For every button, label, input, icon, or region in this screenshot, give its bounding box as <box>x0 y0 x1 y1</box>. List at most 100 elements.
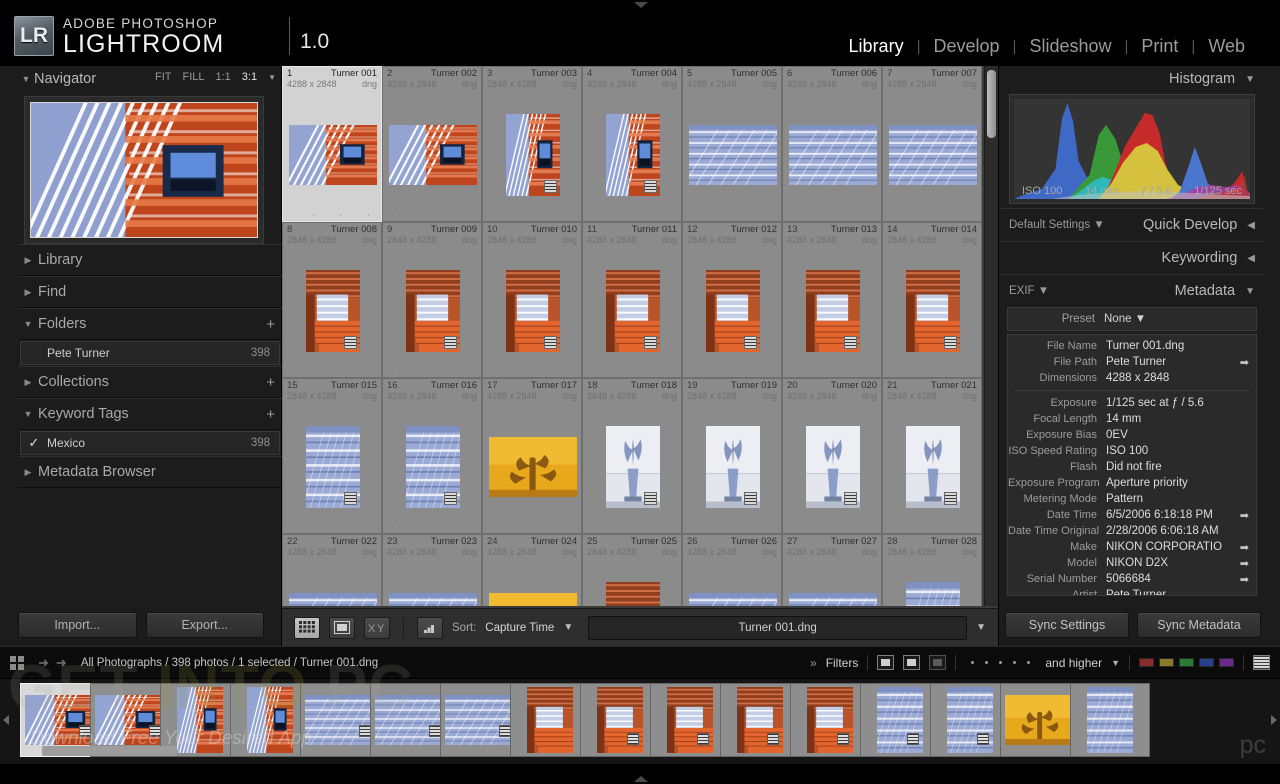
metadata-badge-icon[interactable] <box>627 733 639 745</box>
thumbnail-cell[interactable]: 19Turner 0192848 x 4288dng <box>682 378 782 534</box>
sort-chevron-down-icon[interactable]: ▼ <box>563 622 573 633</box>
thumbnail-cell[interactable]: 16Turner 0164288 x 2848dng <box>382 378 482 534</box>
sync-metadata-button[interactable]: Sync Metadata <box>1137 612 1261 638</box>
zoom-level-3-1[interactable]: 3:1 <box>242 71 257 83</box>
thumbnail-image-wrap[interactable] <box>689 94 777 215</box>
filmstrip-prev-icon[interactable] <box>3 715 9 725</box>
thumbnail-cell[interactable]: 4Turner 0044288 x 2848dng <box>582 66 682 222</box>
metadata-badge-icon[interactable] <box>344 492 357 505</box>
export-button[interactable]: Export... <box>146 612 265 638</box>
zoom-chevron-down-icon[interactable]: ▼ <box>268 73 276 82</box>
panel-header-library[interactable]: ▶Library <box>18 244 282 276</box>
thumbnail-image-wrap[interactable] <box>889 250 977 371</box>
thumbnail-image-wrap[interactable] <box>789 94 877 215</box>
metadata-badge-icon[interactable] <box>644 492 657 505</box>
metadata-badge-icon[interactable] <box>544 336 557 349</box>
metadata-badge-icon[interactable] <box>767 733 779 745</box>
histogram-header[interactable]: Histogram ▼ <box>1001 66 1263 92</box>
filmstrip-thumbnail[interactable] <box>930 683 1010 757</box>
thumbnail-image-wrap[interactable] <box>889 406 977 527</box>
grid-scrollbar[interactable] <box>984 66 998 606</box>
thumbnail-cell[interactable]: 20Turner 0204288 x 2848dng <box>782 378 882 534</box>
navigator-header[interactable]: ▼ Navigator FITFILL1:13:1▼ <box>18 66 282 92</box>
filmstrip-thumbnail[interactable] <box>370 683 450 757</box>
quick-develop-twisty-icon[interactable]: ◀ <box>1247 220 1255 231</box>
metadata-chevron-down-icon[interactable]: ▼ <box>1038 285 1049 297</box>
metadata-badge-icon[interactable] <box>844 336 857 349</box>
metadata-preset-row[interactable]: Preset None ▼ <box>1007 307 1257 331</box>
thumbnail-cell[interactable]: 25Turner 0252848 x 4288dng <box>582 534 682 606</box>
metadata-value[interactable]: Pete Turner <box>1106 356 1166 368</box>
metadata-badge-icon[interactable] <box>944 336 957 349</box>
filmstrip-thumbnail[interactable] <box>580 683 660 757</box>
thumbnail-image-wrap[interactable] <box>489 94 577 215</box>
flag-picked-icon[interactable] <box>877 655 894 670</box>
forward-arrow-icon[interactable]: ➜ <box>56 655 67 671</box>
metadata-value[interactable]: NIKON D2X <box>1106 557 1168 569</box>
thumbnail-cell[interactable]: 28Turner 0282848 x 4288dng <box>882 534 982 606</box>
color-label-swatch-4[interactable] <box>1199 658 1214 667</box>
metadata-badge-icon[interactable] <box>907 733 919 745</box>
thumbnail-cell[interactable]: 15Turner 0152848 x 4288dng <box>282 378 382 534</box>
metadata-badge-icon[interactable] <box>644 336 657 349</box>
metadata-badge-icon[interactable] <box>944 492 957 505</box>
metadata-value[interactable]: 0EV <box>1106 429 1128 441</box>
thumbnail-cell[interactable]: 11Turner 0114288 x 2848dng <box>582 222 682 378</box>
metadata-badge-icon[interactable] <box>977 733 989 745</box>
metadata-value[interactable]: 1/125 sec at ƒ / 5.6 <box>1106 397 1204 409</box>
top-panel-toggle-icon[interactable] <box>634 2 648 8</box>
thumbnail-cell[interactable]: 10Turner 0102848 x 4288dng <box>482 222 582 378</box>
sort-value[interactable]: Capture Time <box>485 622 554 634</box>
sort-direction-icon[interactable] <box>417 617 443 639</box>
filmstrip-thumbnail[interactable] <box>860 683 940 757</box>
module-develop[interactable]: Develop <box>920 36 1012 57</box>
filmstrip-next-icon[interactable] <box>1271 715 1277 725</box>
color-label-swatch-1[interactable] <box>1139 658 1154 667</box>
filmstrip-thumbnail[interactable] <box>230 683 310 757</box>
metadata-value[interactable]: Pattern <box>1106 493 1143 505</box>
thumbnail-image-wrap[interactable] <box>289 250 377 371</box>
thumbnail-image-wrap[interactable] <box>889 94 977 215</box>
thumbnail-image-wrap[interactable] <box>389 406 477 527</box>
thumbnail-image-wrap[interactable] <box>389 250 477 371</box>
grid-info-bar[interactable]: Turner 001.dng <box>588 616 967 640</box>
thumbnail-image-wrap[interactable] <box>289 406 377 527</box>
thumbnail-image-wrap[interactable] <box>589 250 677 371</box>
panel-header-metadata-browser[interactable]: ▶Metadata Browser <box>18 456 282 488</box>
thumbnail-image-wrap[interactable] <box>689 562 777 606</box>
thumbnail-image-wrap[interactable] <box>289 562 377 606</box>
color-label-swatch-5[interactable] <box>1219 658 1234 667</box>
rating-chevron-down-icon[interactable]: ▼ <box>1111 658 1120 668</box>
panel-header-find[interactable]: ▶Find <box>18 276 282 308</box>
thumbnail-cell[interactable]: 8Turner 0082848 x 4288dng <box>282 222 382 378</box>
thumbnail-cell[interactable]: 13Turner 0134288 x 2848dng <box>782 222 882 378</box>
thumbnail-cell[interactable]: 23Turner 0234288 x 2848dng <box>382 534 482 606</box>
compare-view-icon[interactable]: XY <box>364 617 390 639</box>
metadata-value[interactable]: 14 mm <box>1106 413 1141 425</box>
module-web[interactable]: Web <box>1195 36 1258 57</box>
go-to-icon[interactable]: ➡ <box>1240 573 1249 586</box>
metadata-twisty-icon[interactable]: ▼ <box>1245 286 1255 297</box>
rating-filter-dots[interactable] <box>965 661 1036 664</box>
module-slideshow[interactable]: Slideshow <box>1016 36 1124 57</box>
module-print[interactable]: Print <box>1128 36 1191 57</box>
filters-label[interactable]: Filters <box>826 656 859 670</box>
twisty-icon[interactable]: ▶ <box>18 255 38 266</box>
thumbnail-cell[interactable]: 12Turner 0122848 x 4288dng <box>682 222 782 378</box>
metadata-badge-icon[interactable] <box>444 492 457 505</box>
filmstrip-thumbnail[interactable] <box>510 683 590 757</box>
keywording-header[interactable]: Keywording ◀ <box>1001 245 1263 271</box>
thumbnail-image-wrap[interactable] <box>389 562 477 606</box>
go-to-icon[interactable]: ➡ <box>1240 509 1249 522</box>
thumbnail-cell[interactable]: 9Turner 0092848 x 4288dng <box>382 222 482 378</box>
thumbnail-cell[interactable]: 24Turner 0244288 x 2848dng <box>482 534 582 606</box>
metadata-mode-selector[interactable]: EXIF ▼ <box>1009 285 1049 297</box>
metadata-preset-chevron-down-icon[interactable]: ▼ <box>1132 313 1147 325</box>
thumbnail-cell[interactable]: 21Turner 0212848 x 4288dng <box>882 378 982 534</box>
filmstrip-scrollbar[interactable] <box>42 746 177 756</box>
thumbnail-image-wrap[interactable] <box>789 250 877 371</box>
metadata-preset-value[interactable]: None <box>1104 313 1132 325</box>
thumbnail-cell[interactable]: 22Turner 0224288 x 2848dng <box>282 534 382 606</box>
module-library[interactable]: Library <box>836 36 917 57</box>
metadata-value[interactable]: Did not fire <box>1106 461 1162 473</box>
